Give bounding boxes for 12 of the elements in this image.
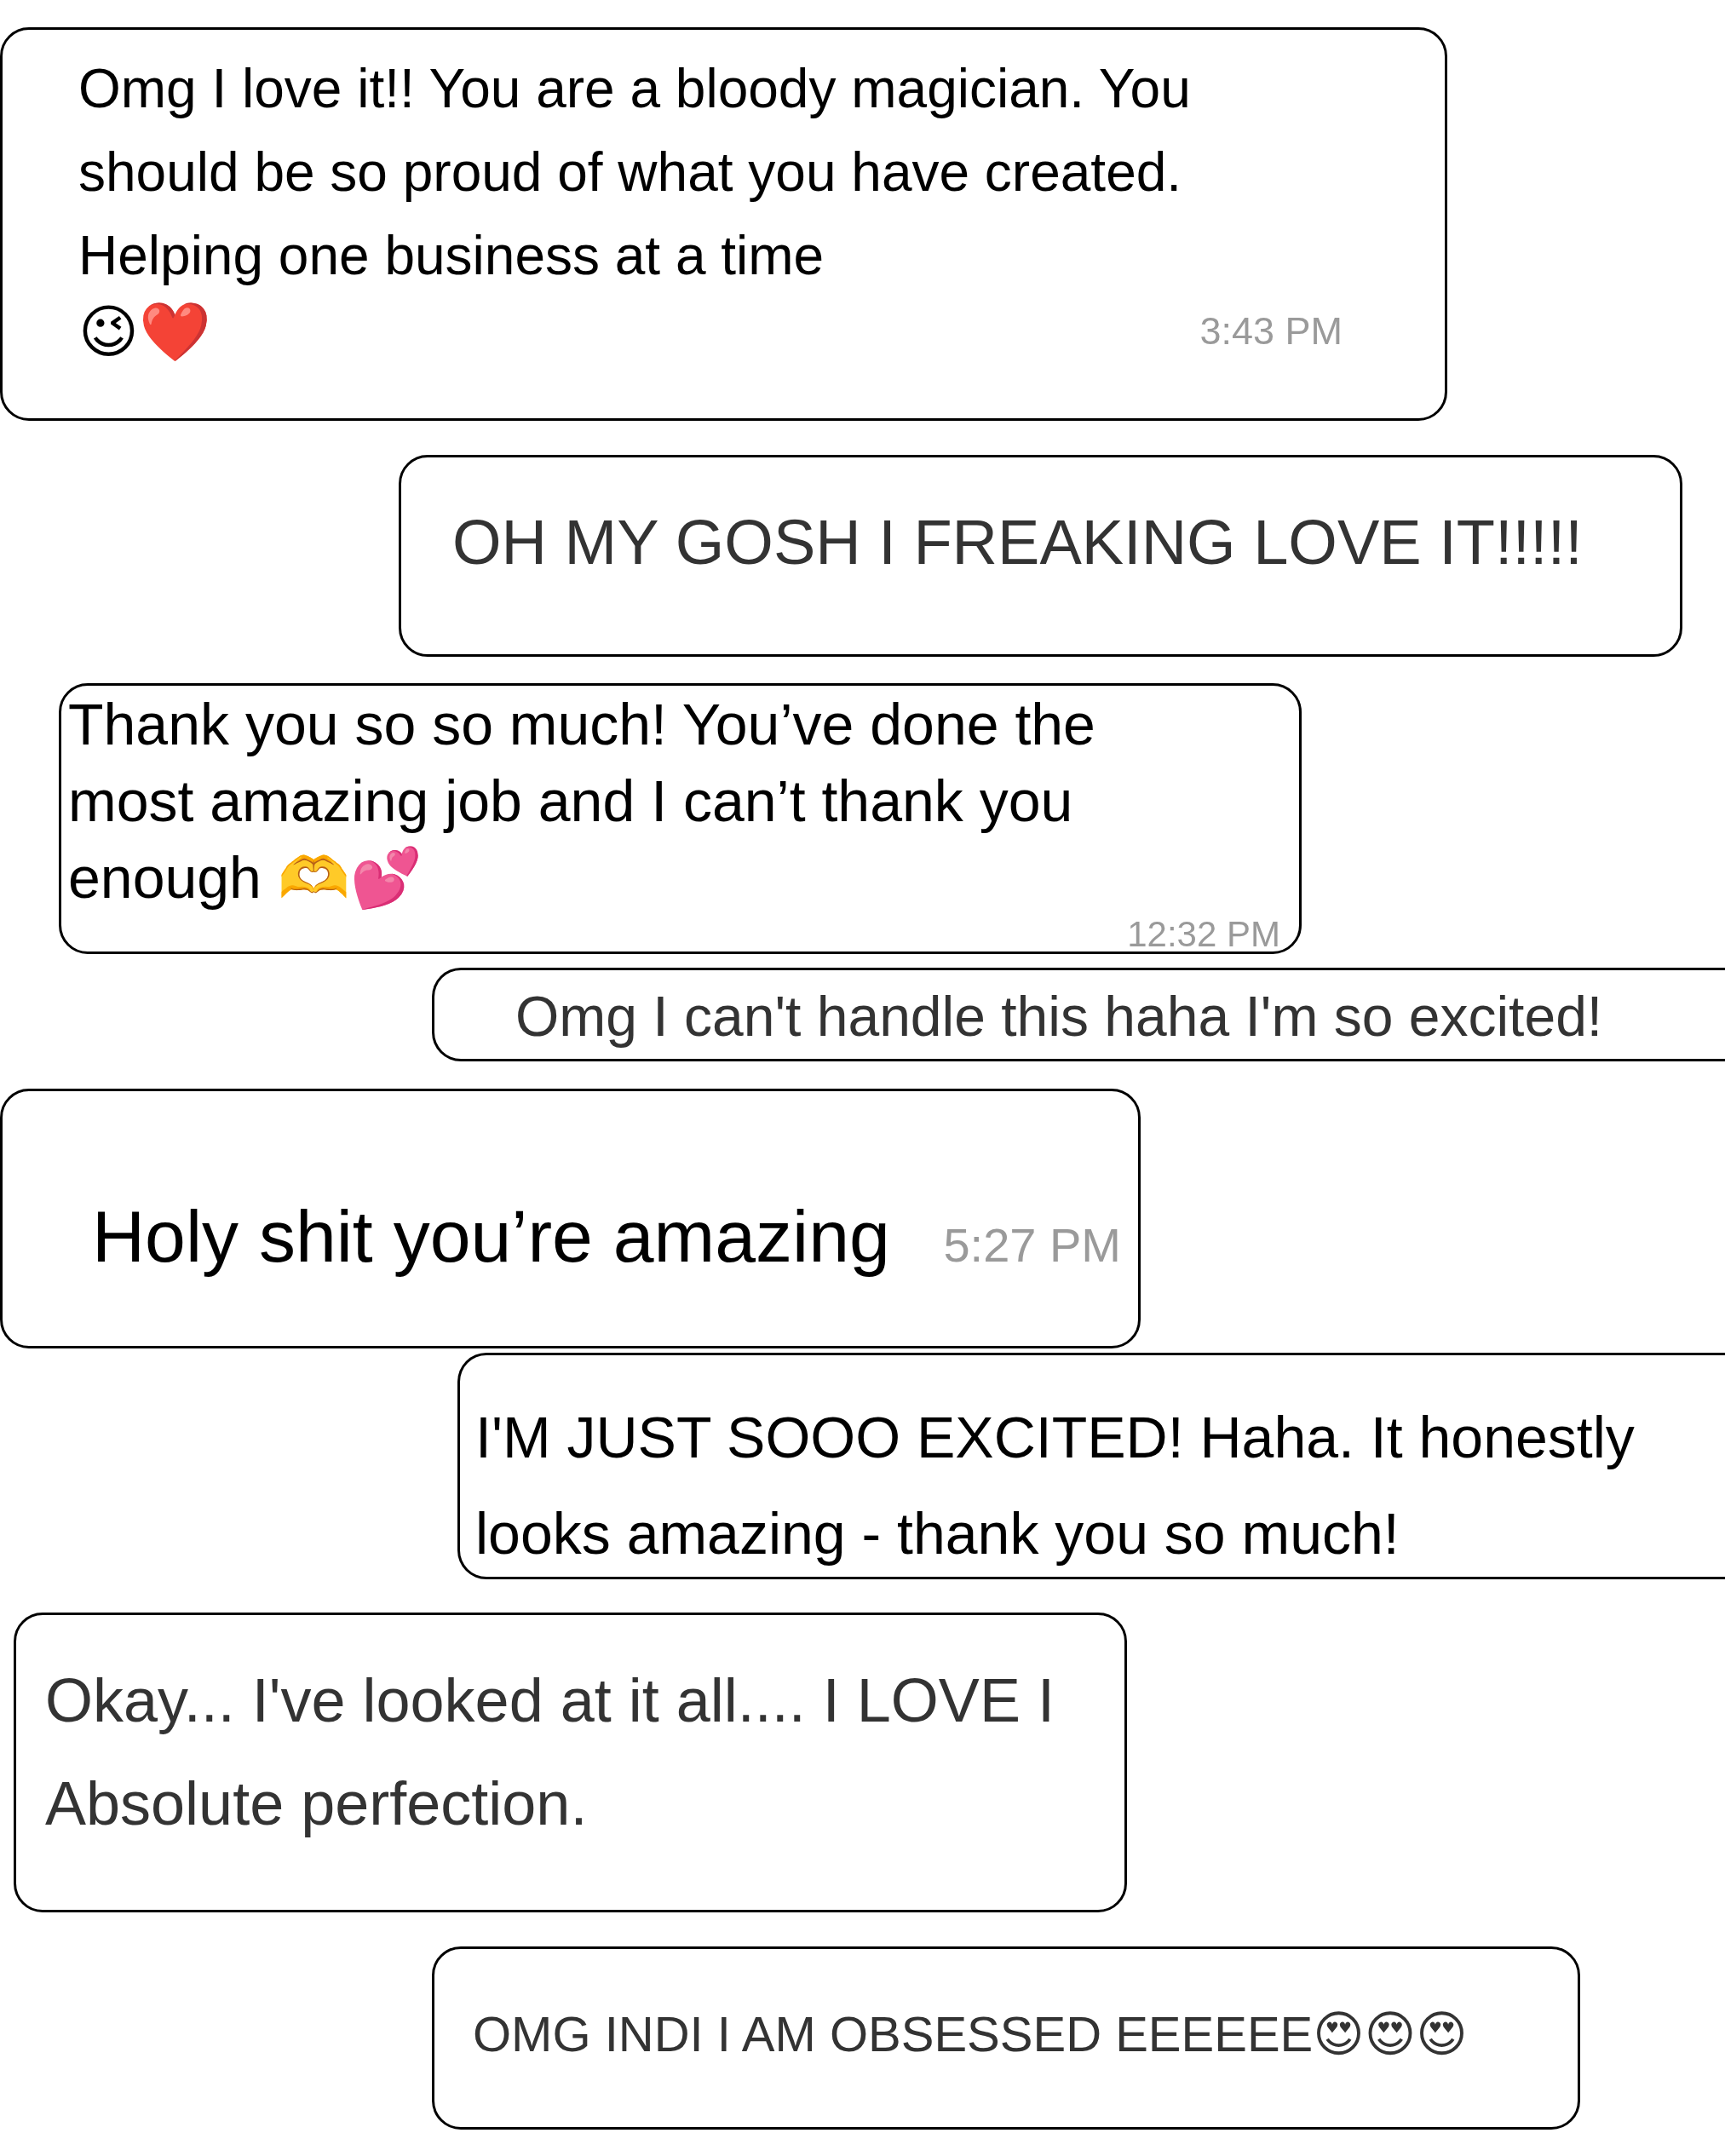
message-text: OH MY GOSH I FREAKING LOVE IT!!!!! — [452, 506, 1584, 579]
message-text: Omg I can't handle this haha I'm so excited! — [515, 984, 1604, 1049]
message-time: 5:27 PM — [943, 1217, 1121, 1273]
message-text: Holy shit you’re amazing — [92, 1194, 890, 1279]
message-text: Okay... I've looked at it all.... I LOVE I Absolute perfection. — [45, 1665, 1055, 1839]
message-time: 12:32 PM — [1127, 916, 1280, 954]
message-time: 3:43 PM — [1199, 311, 1343, 352]
emoji-icon: 😉❤ — [78, 297, 211, 365]
message-text: OMG INDI I AM OBSESSED EEEEEE😍😍😍 — [473, 2005, 1469, 2063]
message-text: I'M JUST SOOO EXCITED! Haha. It honestly looks amazing - thank you so much! — [475, 1404, 1636, 1567]
message-text: Omg I love it!! You are a bloody magician. You should be so proud of what you have created. Helping one business at a time — [78, 57, 1192, 288]
message-text: Thank you so so much! You’ve done the most amazing job and I can’t thank you enough 🫶💕 — [68, 691, 1096, 911]
